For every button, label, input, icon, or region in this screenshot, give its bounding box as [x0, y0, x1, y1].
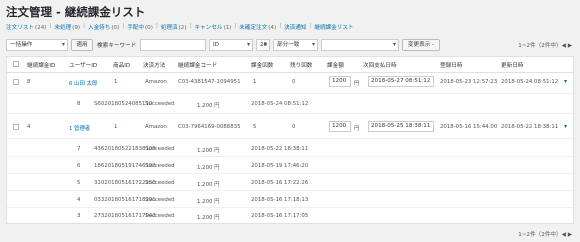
subnav-awaiting-payment[interactable]: 入金待ち(0) [88, 23, 119, 31]
per-page-select[interactable]: 20 [256, 39, 270, 51]
col-registered[interactable]: 登録日時 [440, 61, 462, 69]
col-subscription-code[interactable]: 継続課金コード [178, 61, 217, 69]
expand-arrow-icon[interactable]: ▾ [564, 78, 567, 85]
col-user-id[interactable]: ユーザーID [69, 61, 97, 69]
expand-arrow-icon[interactable]: ▾ [564, 123, 567, 130]
extra-filter-select[interactable] [321, 39, 399, 51]
subnav-payment-notice[interactable]: 決済通知 [284, 23, 306, 31]
status-filter-nav: 注文リスト(24) | 未処理(9) | 入金待ち(0) | 手配中(0) | 処理済(… [6, 23, 354, 31]
col-charge-count[interactable]: 課金回数 [251, 61, 273, 69]
page-title: 注文管理 - 継続課金リスト [6, 5, 146, 19]
pagination-top[interactable]: 1~2件（2件中）◀ ▶ [518, 41, 572, 49]
col-amount[interactable]: 課金額 [327, 61, 344, 69]
subnav-subscription-list[interactable]: 継続課金リスト [314, 23, 353, 31]
bulk-action-select[interactable]: 一括操作 [6, 39, 68, 51]
next-payment-input[interactable]: 2018-05-27 08:51:12 [368, 76, 434, 87]
product-link[interactable]: 1 [114, 79, 117, 85]
pagination-bottom[interactable]: 1~2件（2件中）◀ ▶ [518, 230, 572, 238]
apply-button[interactable]: 適用 [71, 39, 93, 51]
col-payment-method[interactable]: 決済方法 [143, 61, 165, 69]
search-field-select[interactable]: ID [209, 39, 253, 51]
subnav-unprocessed[interactable]: 未処理(9) [54, 23, 80, 31]
user-link[interactable]: 6 山田 太郎 [69, 79, 97, 87]
user-link[interactable]: 1 管理者 [69, 124, 90, 132]
subnav-orders[interactable]: 注文リスト(24) [6, 23, 46, 31]
search-keyword-label: 検索キーワード [97, 43, 137, 49]
amount-input[interactable]: 1200 [329, 121, 351, 132]
select-all-checkbox[interactable] [13, 61, 19, 67]
row-checkbox[interactable] [13, 124, 19, 130]
table-header: 継続課金ID ユーザーID 商品ID 決済方法 継続課金コード 課金回数 残り回… [7, 57, 573, 73]
col-subscription-id[interactable]: 継続課金ID [27, 61, 55, 69]
match-type-select[interactable]: 部分一致 [273, 39, 318, 51]
next-payment-input[interactable]: 2018-05-25 18:38:11 [368, 121, 434, 132]
display-change-button[interactable]: 変更表示 - [402, 39, 440, 51]
subscription-table: 継続課金ID ユーザーID 商品ID 決済方法 継続課金コード 課金回数 残り回… [6, 56, 574, 224]
amount-input[interactable]: 1200 [329, 76, 351, 87]
subnav-cancel[interactable]: キャンセル(1) [194, 23, 231, 31]
search-input[interactable] [140, 39, 206, 51]
col-updated[interactable]: 更新日時 [501, 61, 523, 69]
col-remaining[interactable]: 残り回数 [290, 61, 312, 69]
subnav-unconfirmed[interactable]: 未確定注文(4) [239, 23, 276, 31]
subnav-processed[interactable]: 処理済(2) [161, 23, 187, 31]
subnav-arranging[interactable]: 手配中(0) [127, 23, 153, 31]
col-next-payment[interactable]: 次回支払日時 [363, 61, 397, 69]
product-link[interactable]: 1 [114, 124, 117, 130]
col-product-id[interactable]: 商品ID [113, 61, 130, 69]
row-checkbox[interactable] [13, 79, 19, 85]
